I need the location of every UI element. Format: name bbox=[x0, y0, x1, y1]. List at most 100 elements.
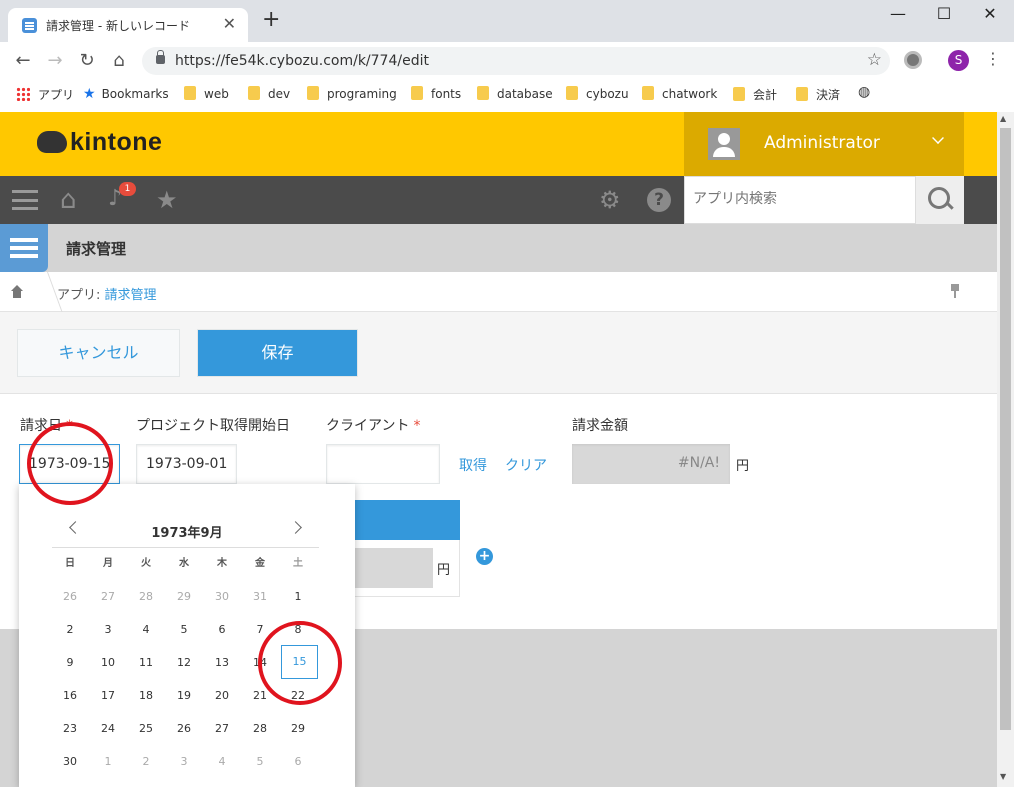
bookmark-folder-fonts[interactable]: fonts bbox=[411, 86, 461, 101]
app-search-box[interactable] bbox=[684, 176, 916, 224]
date-cell[interactable]: 1 bbox=[90, 749, 126, 775]
date-cell[interactable]: 2 bbox=[52, 617, 88, 643]
address-bar[interactable]: https://fe54k.cybozu.com/k/774/edit ☆ bbox=[142, 47, 890, 75]
date-cell[interactable]: 1 bbox=[280, 584, 316, 610]
cancel-button[interactable]: キャンセル bbox=[17, 329, 180, 377]
date-cell[interactable]: 30 bbox=[52, 749, 88, 775]
client-input[interactable] bbox=[326, 444, 440, 484]
date-cell[interactable]: 24 bbox=[90, 716, 126, 742]
date-cell[interactable]: 16 bbox=[52, 683, 88, 709]
weekday-header: 月 bbox=[103, 558, 113, 569]
star-icon: ★ bbox=[83, 86, 96, 102]
date-cell[interactable]: 5 bbox=[242, 749, 278, 775]
date-cell[interactable]: 27 bbox=[204, 716, 240, 742]
portal-home-icon[interactable]: ⌂ bbox=[60, 185, 77, 215]
date-cell[interactable]: 5 bbox=[166, 617, 202, 643]
profile-avatar[interactable]: S bbox=[948, 50, 969, 71]
date-cell[interactable]: 30 bbox=[204, 584, 240, 610]
bookmark-folder-web[interactable]: web bbox=[184, 86, 229, 101]
date-cell[interactable]: 8 bbox=[280, 617, 316, 643]
date-cell[interactable]: 4 bbox=[204, 749, 240, 775]
date-cell[interactable]: 12 bbox=[166, 650, 202, 676]
date-cell[interactable]: 26 bbox=[166, 716, 202, 742]
save-button[interactable]: 保存 bbox=[197, 329, 358, 377]
date-cell[interactable]: 4 bbox=[128, 617, 164, 643]
scroll-up-icon[interactable]: ▲ bbox=[1000, 114, 1006, 123]
date-cell[interactable]: 3 bbox=[90, 617, 126, 643]
folder-icon bbox=[184, 86, 196, 100]
help-icon[interactable]: ? bbox=[647, 188, 671, 212]
date-cell[interactable]: 6 bbox=[204, 617, 240, 643]
bookmark-bookmarks[interactable]: ★ Bookmarks bbox=[83, 86, 169, 102]
user-menu[interactable]: Administrator bbox=[684, 112, 964, 176]
pin-icon[interactable] bbox=[950, 284, 960, 298]
home-icon[interactable]: ⌂ bbox=[107, 50, 131, 71]
extension-icon[interactable] bbox=[904, 51, 922, 69]
window-close-button[interactable]: ✕ bbox=[975, 4, 1005, 23]
add-row-button[interactable]: + bbox=[476, 548, 493, 565]
date-cell[interactable]: 27 bbox=[90, 584, 126, 610]
date-cell[interactable]: 31 bbox=[242, 584, 278, 610]
date-cell[interactable]: 28 bbox=[242, 716, 278, 742]
date-cell[interactable]: 10 bbox=[90, 650, 126, 676]
date-cell-selected[interactable]: 15 bbox=[281, 645, 318, 679]
kintone-logo[interactable]: kintone bbox=[70, 128, 162, 157]
date-cell[interactable]: 23 bbox=[52, 716, 88, 742]
reload-icon[interactable]: ↻ bbox=[75, 50, 99, 71]
date-cell[interactable]: 28 bbox=[128, 584, 164, 610]
breadcrumb-home-icon[interactable] bbox=[10, 285, 24, 298]
date-cell[interactable]: 6 bbox=[280, 749, 316, 775]
settings-gear-icon[interactable]: ⚙ bbox=[599, 186, 621, 214]
scroll-down-icon[interactable]: ▼ bbox=[1000, 772, 1006, 781]
bookmark-folder-dev[interactable]: dev bbox=[248, 86, 290, 101]
favorites-star-icon[interactable]: ★ bbox=[156, 186, 178, 214]
date-cell[interactable]: 14 bbox=[242, 650, 278, 676]
date-cell[interactable]: 18 bbox=[128, 683, 164, 709]
window-maximize-button[interactable]: ☐ bbox=[929, 4, 959, 23]
date-cell[interactable]: 3 bbox=[166, 749, 202, 775]
browser-tab[interactable]: 請求管理 - 新しいレコード ✕ bbox=[8, 8, 248, 42]
date-cell[interactable]: 2 bbox=[128, 749, 164, 775]
back-arrow-icon[interactable]: ← bbox=[11, 50, 35, 71]
window-minimize-button[interactable]: — bbox=[883, 4, 913, 23]
date-cell[interactable]: 29 bbox=[280, 716, 316, 742]
date-cell[interactable]: 29 bbox=[166, 584, 202, 610]
search-icon[interactable] bbox=[916, 176, 964, 224]
date-cell[interactable]: 11 bbox=[128, 650, 164, 676]
breadcrumb-app-link[interactable]: 請求管理 bbox=[105, 288, 157, 303]
date-cell[interactable]: 19 bbox=[166, 683, 202, 709]
bookmark-folder-kaikei[interactable]: 会計 bbox=[733, 86, 777, 103]
subtable-header bbox=[355, 500, 460, 540]
app-title[interactable]: 請求管理 bbox=[66, 238, 126, 259]
bookmark-star-icon[interactable]: ☆ bbox=[867, 50, 882, 70]
browser-menu-icon[interactable]: ⋮ bbox=[985, 49, 1001, 68]
tab-close-icon[interactable]: ✕ bbox=[223, 14, 236, 33]
bookmark-folder-programing[interactable]: programing bbox=[307, 86, 397, 101]
date-cell[interactable]: 9 bbox=[52, 650, 88, 676]
globe-icon[interactable]: ◍ bbox=[858, 84, 870, 100]
bookmark-folder-cybozu[interactable]: cybozu bbox=[566, 86, 629, 101]
invoice-date-input[interactable]: 1973-09-15 bbox=[19, 444, 120, 484]
fetch-link[interactable]: 取得 bbox=[459, 455, 487, 475]
hamburger-menu-icon[interactable] bbox=[12, 190, 38, 210]
date-cell[interactable]: 13 bbox=[204, 650, 240, 676]
date-cell[interactable]: 25 bbox=[128, 716, 164, 742]
project-start-date-input[interactable]: 1973-09-01 bbox=[136, 444, 237, 484]
date-cell[interactable]: 26 bbox=[52, 584, 88, 610]
bookmark-folder-kessai[interactable]: 決済 bbox=[796, 86, 840, 103]
date-cell[interactable]: 20 bbox=[204, 683, 240, 709]
date-cell[interactable]: 21 bbox=[242, 683, 278, 709]
date-cell[interactable]: 22 bbox=[280, 683, 316, 709]
clear-link[interactable]: クリア bbox=[505, 455, 547, 475]
bookmark-folder-database[interactable]: database bbox=[477, 86, 553, 101]
date-cell[interactable]: 7 bbox=[242, 617, 278, 643]
forward-arrow-icon[interactable]: → bbox=[43, 50, 67, 71]
new-tab-button[interactable]: + bbox=[262, 9, 280, 31]
weekday-header: 日 bbox=[65, 558, 75, 569]
scrollbar-thumb[interactable] bbox=[1000, 128, 1011, 730]
bookmark-apps[interactable]: アプリ bbox=[16, 86, 74, 103]
date-cell[interactable]: 17 bbox=[90, 683, 126, 709]
url-text[interactable]: https://fe54k.cybozu.com/k/774/edit bbox=[175, 53, 429, 69]
app-search-input[interactable] bbox=[693, 191, 903, 207]
bookmark-folder-chatwork[interactable]: chatwork bbox=[642, 86, 717, 101]
